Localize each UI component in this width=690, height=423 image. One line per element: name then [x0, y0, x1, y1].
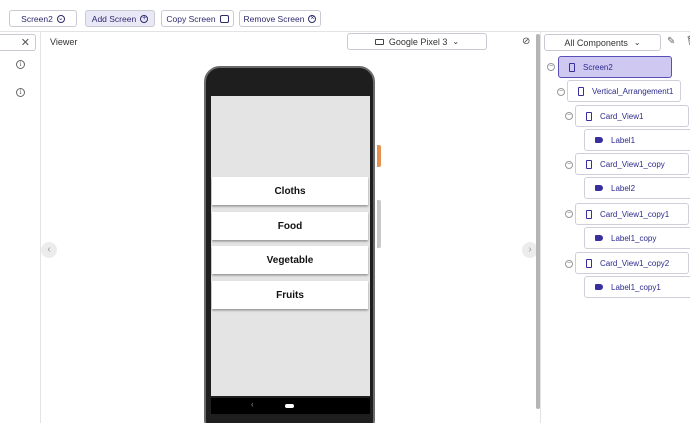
info-icon[interactable]: i — [16, 88, 25, 97]
phone-side-button — [377, 145, 381, 167]
components-filter-dropdown[interactable]: All Components ⌄ — [544, 34, 661, 51]
tree-node-card-view1-copy2[interactable]: Card_View1_copy2 — [575, 252, 689, 274]
collapse-icon[interactable]: − — [565, 112, 573, 120]
close-circle-icon: × — [308, 14, 317, 23]
trash-icon[interactable]: 🗑 — [686, 36, 690, 47]
copy-screen-button[interactable]: Copy Screen — [161, 10, 234, 27]
label-icon — [595, 185, 603, 191]
tree-node-label: Card_View1_copy2 — [600, 258, 670, 268]
tree-node-label: Label1_copy — [611, 233, 657, 243]
previous-arrow-icon[interactable]: ‹ — [41, 242, 57, 258]
label-icon — [595, 284, 603, 290]
tree-node-label: Label1_copy1 — [611, 282, 661, 292]
tree-node-label1-copy[interactable]: Label1_copy — [584, 227, 690, 249]
copy-icon — [219, 14, 229, 23]
label-icon — [595, 235, 603, 241]
tree-node-label1-copy1[interactable]: Label1_copy1 — [584, 276, 690, 298]
card-view-icon — [586, 159, 592, 169]
vertical-arrangement-icon — [578, 86, 584, 96]
home-pill-icon — [285, 404, 294, 408]
add-screen-button[interactable]: Add Screen + — [85, 10, 155, 27]
tree-node-label: Card_View1 — [600, 111, 644, 121]
tree-node-label: Label1 — [611, 135, 636, 145]
card-label: Fruits — [276, 289, 304, 301]
card-view[interactable]: Fruits — [212, 281, 368, 309]
tree-node-card-view1[interactable]: Card_View1 — [575, 105, 689, 127]
phone-screen: Cloths Food Vegetable Fruits — [211, 96, 370, 396]
chevron-down-icon: ⌄ — [56, 14, 65, 23]
card-view[interactable]: Vegetable — [212, 246, 368, 274]
phone-icon — [569, 62, 575, 72]
tree-node-vertical-arrangement1[interactable]: Vertical_Arrangement1 — [567, 80, 681, 102]
phone-mockup: Cloths Food Vegetable Fruits ‹ — [204, 66, 375, 423]
collapse-icon[interactable]: − — [557, 88, 565, 96]
tree-node-label1[interactable]: Label1 — [584, 129, 690, 151]
tree-node-label: Screen2 — [583, 62, 613, 72]
palette-panel: ✕ i i — [0, 32, 41, 423]
device-select-dropdown[interactable]: Google Pixel 3 ⌄ — [347, 33, 487, 50]
eye-slash-icon[interactable]: ⊘ — [522, 37, 534, 47]
label-icon — [595, 137, 603, 143]
phone-nav-bar: ‹ — [211, 398, 370, 414]
add-screen-label: Add Screen — [91, 13, 137, 24]
info-icon[interactable]: i — [16, 60, 25, 69]
card-label: Food — [277, 220, 303, 232]
pencil-icon[interactable]: ✎ — [667, 36, 675, 47]
plus-circle-icon: + — [140, 14, 149, 23]
card-label: Vegetable — [266, 254, 314, 266]
tablet-icon — [374, 38, 384, 45]
chevron-down-icon: ⌄ — [452, 37, 460, 46]
phone-side-button — [377, 200, 381, 248]
tree-node-card-view1-copy1[interactable]: Card_View1_copy1 — [575, 203, 689, 225]
copy-screen-label: Copy Screen — [166, 13, 216, 24]
tree-node-label: Card_View1_copy1 — [600, 209, 670, 219]
tree-node-label: Card_View1_copy — [600, 159, 665, 169]
tree-node-card-view1-copy[interactable]: Card_View1_copy — [575, 153, 689, 175]
tree-node-screen2[interactable]: Screen2 — [558, 56, 672, 78]
back-icon: ‹ — [251, 400, 254, 409]
collapse-icon[interactable]: − — [565, 161, 573, 169]
screen-select-label: Screen2 — [21, 13, 53, 24]
viewer-panel: Viewer Google Pixel 3 ⌄ ⊘ ‹ › Cloths Foo… — [41, 32, 538, 423]
components-filter-label: All Components — [564, 37, 628, 48]
remove-screen-button[interactable]: Remove Screen × — [239, 10, 321, 27]
tree-node-label2[interactable]: Label2 — [584, 177, 690, 199]
card-view-icon — [586, 258, 592, 268]
card-label: Cloths — [274, 185, 306, 197]
collapse-icon[interactable]: − — [547, 63, 555, 71]
collapse-icon[interactable]: − — [565, 210, 573, 218]
collapse-icon[interactable]: − — [565, 260, 573, 268]
viewer-title: Viewer — [50, 37, 78, 47]
device-label: Google Pixel 3 — [388, 36, 448, 47]
components-panel: All Components ⌄ ✎ 🗑 − Screen2 − Vertica… — [540, 32, 690, 423]
top-toolbar: Screen2 ⌄ Add Screen + Copy Screen Remov… — [0, 0, 690, 32]
remove-screen-label: Remove Screen — [243, 13, 305, 24]
card-view-icon — [586, 209, 592, 219]
card-view-icon — [586, 111, 592, 121]
tree-node-label: Label2 — [611, 183, 636, 193]
clear-search-icon[interactable]: ✕ — [21, 36, 30, 49]
card-view[interactable]: Food — [212, 212, 368, 240]
tree-node-label: Vertical_Arrangement1 — [592, 86, 674, 96]
card-view[interactable]: Cloths — [212, 177, 368, 205]
palette-search-input[interactable]: ✕ — [0, 34, 36, 51]
chevron-down-icon: ⌄ — [633, 38, 641, 47]
screen-select-dropdown[interactable]: Screen2 ⌄ — [9, 10, 77, 27]
